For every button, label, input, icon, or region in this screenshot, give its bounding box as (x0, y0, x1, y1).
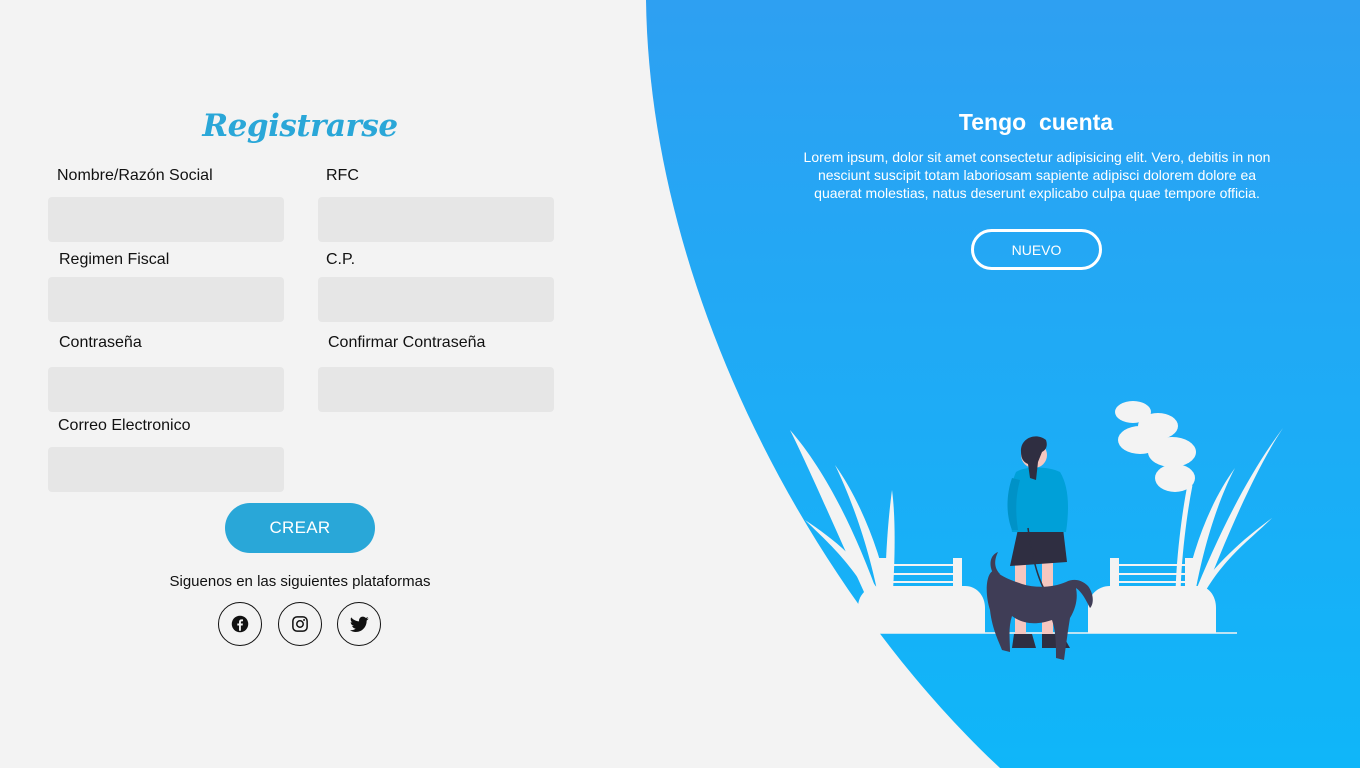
nuevo-button[interactable]: NUEVO (971, 229, 1102, 270)
nombre-input[interactable] (48, 197, 284, 242)
email-input[interactable] (48, 447, 284, 492)
password-input[interactable] (48, 367, 284, 412)
password-label: Contraseña (59, 334, 142, 351)
facebook-button[interactable] (218, 602, 262, 646)
confirm-password-input[interactable] (318, 367, 554, 412)
facebook-icon (231, 615, 249, 633)
cp-input[interactable] (318, 277, 554, 322)
panel-description: Lorem ipsum, dolor sit amet consectetur … (803, 149, 1271, 201)
regimen-label: Regimen Fiscal (59, 251, 170, 268)
crear-button[interactable]: CREAR (225, 503, 375, 553)
register-title: Registrarse (202, 108, 398, 144)
woman-walking-dog-illustration (790, 401, 1283, 660)
panel-title: Tengo cuenta (958, 109, 1114, 135)
rfc-label: RFC (326, 167, 359, 184)
twitter-icon (349, 616, 369, 632)
regimen-input[interactable] (48, 277, 284, 322)
cp-label: C.P. (326, 251, 356, 268)
confirm-password-label: Confirmar Contraseña (328, 334, 486, 351)
instagram-icon (292, 616, 308, 632)
rfc-input[interactable] (318, 197, 554, 242)
instagram-button[interactable] (278, 602, 322, 646)
email-label: Correo Electronico (58, 417, 191, 434)
social-text: Siguenos en las siguientes plataformas (169, 573, 431, 590)
twitter-button[interactable] (337, 602, 381, 646)
nombre-label: Nombre/Razón Social (57, 167, 213, 184)
